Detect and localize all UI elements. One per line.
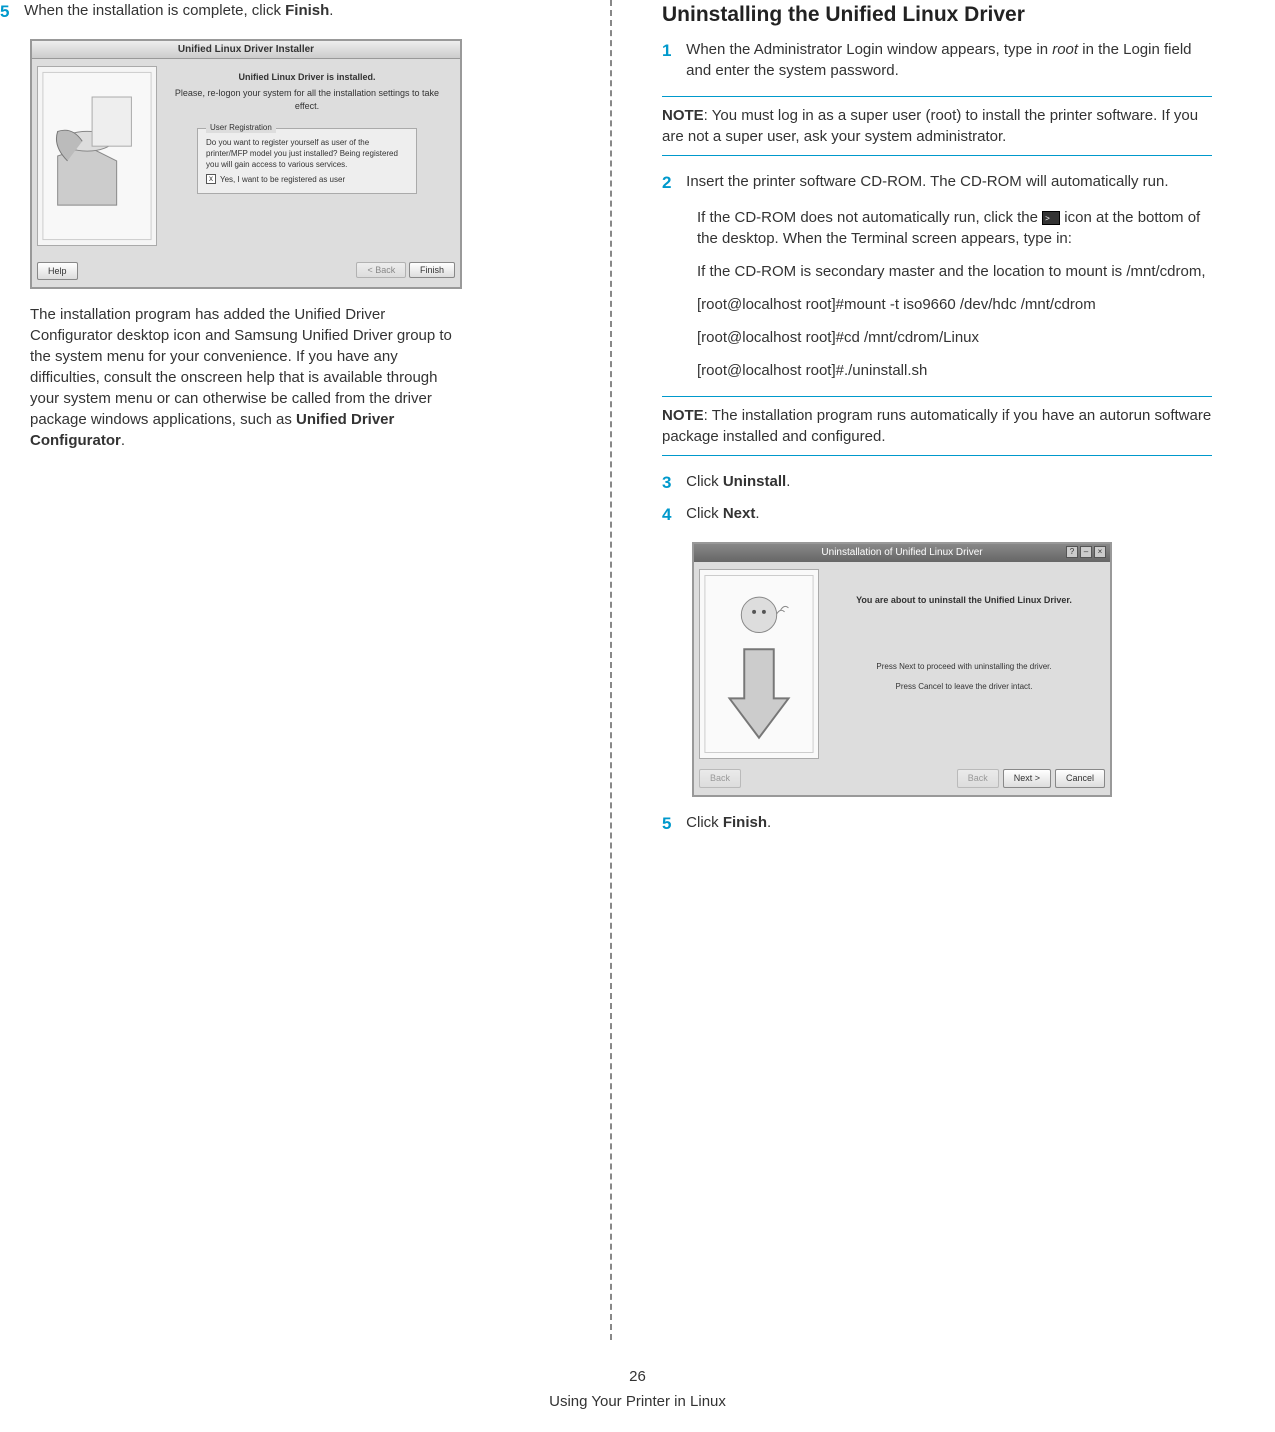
installer-screenshot: Unified Linux Driver Installer Unified L… [30, 39, 462, 289]
sub-line-2: If the CD-ROM is secondary master and th… [697, 261, 1212, 282]
step-number: 5 [662, 812, 682, 836]
step-number: 4 [662, 503, 682, 527]
help-button[interactable]: Help [37, 262, 78, 281]
installer-titlebar: Unified Linux Driver Installer [32, 41, 460, 59]
step-3-uninstall: 3 Click Uninstall. [662, 471, 1212, 495]
uninstall-headline: You are about to uninstall the Unified L… [829, 594, 1099, 607]
uninstall-label: Uninstall [723, 473, 786, 490]
uninstall-line2: Press Next to proceed with uninstalling … [829, 661, 1099, 672]
step-number: 2 [662, 171, 682, 195]
note-superuser: NOTE: You must log in as a super user (r… [662, 96, 1212, 156]
uninstaller-title: Uninstallation of Unified Linux Driver [821, 547, 982, 558]
text: If the CD-ROM does not automatically run… [697, 209, 1042, 226]
installer-button-bar: Help < Back Finish [37, 260, 455, 282]
sub-instructions: If the CD-ROM does not automatically run… [697, 207, 1212, 381]
terminal-icon [1042, 211, 1060, 225]
back-button: < Back [356, 262, 406, 278]
step-5-uninstall: 5 Click Finish. [662, 812, 1212, 836]
back-button-2: Back [957, 769, 999, 788]
step-number: 3 [662, 471, 682, 495]
checkbox-label: Yes, I want to be registered as user [220, 174, 345, 185]
note-label: NOTE [662, 107, 704, 124]
registration-text: Do you want to register yourself as user… [206, 137, 408, 171]
sub-line-1: If the CD-ROM does not automatically run… [697, 207, 1212, 249]
user-registration-box: User Registration Do you want to registe… [197, 128, 417, 195]
step-text: Insert the printer software CD-ROM. The … [686, 171, 1206, 192]
text: . [755, 505, 759, 522]
step-4-uninstall: 4 Click Next. [662, 503, 1212, 527]
command-mount: [root@localhost root]#mount -t iso9660 /… [697, 294, 1212, 315]
text: The installation program has added the U… [30, 306, 452, 428]
step-text: Click Next. [686, 503, 1206, 524]
uninstaller-screenshot: Uninstallation of Unified Linux Driver ?… [692, 542, 1112, 797]
text: When the Administrator Login window appe… [686, 41, 1052, 58]
step-number: 5 [0, 0, 20, 24]
step-1-uninstall: 1 When the Administrator Login window ap… [662, 39, 1212, 81]
column-divider [610, 0, 612, 1340]
text: Click [686, 505, 723, 522]
help-window-icon[interactable]: ? [1066, 546, 1078, 558]
finish-button[interactable]: Finish [409, 262, 455, 278]
section-name: Using Your Printer in Linux [549, 1393, 726, 1410]
next-label: Next [723, 505, 756, 522]
uninstaller-button-bar: Back Back Next > Cancel [699, 768, 1105, 790]
installer-sidebar-image [37, 66, 157, 246]
uninstaller-titlebar: Uninstallation of Unified Linux Driver ?… [694, 544, 1110, 562]
step-text: Click Finish. [686, 812, 1206, 833]
text: When the installation is complete, click [24, 2, 285, 19]
text: . [786, 473, 790, 490]
step-text: Click Uninstall. [686, 471, 1206, 492]
text: Click [686, 473, 723, 490]
checkbox-icon[interactable]: x [206, 174, 216, 184]
note-text: : You must log in as a super user (root)… [662, 107, 1198, 145]
root-italic: root [1052, 41, 1078, 58]
note-label: NOTE [662, 407, 704, 424]
section-title: Uninstalling the Unified Linux Driver [662, 0, 1212, 29]
installer-subheader: Please, re-logon your system for all the… [167, 87, 447, 112]
installer-main-panel: Unified Linux Driver is installed. Pleas… [167, 71, 447, 195]
page-number: 26 [0, 1366, 1275, 1387]
post-install-text: The installation program has added the U… [30, 304, 470, 451]
finish-label: Finish [723, 814, 767, 831]
step-5-install: 5 When the installation is complete, cli… [0, 0, 570, 24]
note-text: : The installation program runs automati… [662, 407, 1211, 445]
registration-title: User Registration [206, 122, 276, 133]
next-button[interactable]: Next > [1003, 769, 1051, 788]
step-text: When the Administrator Login window appe… [686, 39, 1206, 81]
text: . [329, 2, 333, 19]
step-number: 1 [662, 39, 682, 63]
text: Click [686, 814, 723, 831]
command-uninstall: [root@localhost root]#./uninstall.sh [697, 360, 1212, 381]
registration-checkbox-row[interactable]: x Yes, I want to be registered as user [206, 174, 408, 185]
text: . [121, 432, 125, 449]
cancel-button[interactable]: Cancel [1055, 769, 1105, 788]
uninstaller-main-panel: You are about to uninstall the Unified L… [829, 594, 1099, 700]
note-autorun: NOTE: The installation program runs auto… [662, 396, 1212, 456]
uninstaller-sidebar-image [699, 569, 819, 759]
page-footer: 26 Using Your Printer in Linux [0, 1366, 1275, 1412]
finish-label: Finish [285, 2, 329, 19]
window-buttons: ? – × [1066, 546, 1106, 558]
installer-header: Unified Linux Driver is installed. [167, 71, 447, 84]
text: . [767, 814, 771, 831]
minimize-icon[interactable]: – [1080, 546, 1092, 558]
uninstall-line3: Press Cancel to leave the driver intact. [829, 681, 1099, 692]
command-cd: [root@localhost root]#cd /mnt/cdrom/Linu… [697, 327, 1212, 348]
back-button: Back [699, 769, 741, 788]
close-icon[interactable]: × [1094, 546, 1106, 558]
step-2-uninstall: 2 Insert the printer software CD-ROM. Th… [662, 171, 1212, 195]
step-text: When the installation is complete, click… [24, 0, 564, 21]
